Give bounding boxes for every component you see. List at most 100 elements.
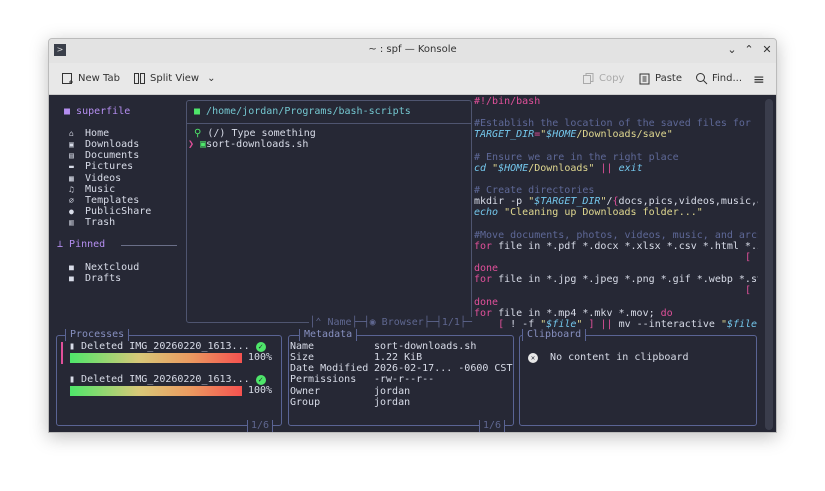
globe-icon: ●: [69, 207, 74, 217]
window-title: ~ : spf — Konsole: [368, 44, 457, 55]
code-line: for file in *.mp4 *.mkv *.mov; do: [474, 308, 758, 319]
code-token: do: [660, 307, 673, 319]
eye-icon: ◉: [369, 317, 382, 328]
new-tab-label: New Tab: [78, 73, 120, 84]
code-token: $HOME: [498, 162, 529, 174]
process-item[interactable]: ▮ Deleted IMG_20260220_1613... ✓: [69, 341, 266, 352]
folder-icon: ■: [64, 106, 77, 117]
pin-icon: ⊥: [57, 239, 70, 250]
pinned-item-nextcloud[interactable]: ■ Nextcloud: [69, 262, 139, 273]
maximize-button[interactable]: ⌃: [742, 43, 756, 56]
minimize-button[interactable]: ⌄: [725, 43, 739, 56]
code-token: ||: [600, 162, 613, 174]
trash-icon: ▮: [69, 341, 82, 352]
sidebar-item-pictures[interactable]: ▬ Pictures: [69, 161, 151, 172]
metadata-value: sort-downloads.sh: [374, 341, 477, 352]
code-line: [ !: [474, 252, 758, 263]
metadata-page: 1/6: [478, 420, 505, 432]
download-icon: ▣: [69, 140, 74, 150]
file-item[interactable]: ❯ ▣sort-downloads.sh: [188, 139, 308, 150]
code-line: #Move documents, photos, videos, music, …: [474, 230, 758, 241]
code-token: # Ensure we are in the right place: [474, 151, 679, 163]
clipboard-empty: ✕ No content in clipboard: [528, 352, 689, 363]
process-label: Deleted IMG_20260220_1613...: [81, 341, 250, 352]
code-token: TARGET_DIR: [474, 129, 535, 141]
close-button[interactable]: ✕: [760, 43, 774, 56]
sidebar-item-label: Documents: [85, 150, 140, 162]
progress-bar: [70, 353, 242, 363]
metadata-key: Name: [290, 341, 315, 352]
metadata-row: Group jordan: [290, 397, 512, 408]
sidebar-item-documents[interactable]: ▤ Documents: [69, 150, 151, 161]
code-token: #Establish the location of the saved fil…: [474, 118, 758, 130]
code-line: [ !: [474, 285, 758, 296]
code-token: mkdir -p: [474, 196, 529, 208]
code-line: [ ! -f "$file" ] || mv --interactive "$f…: [474, 319, 758, 330]
file-page: 1/1: [441, 317, 460, 328]
folder-icon: ■: [194, 106, 207, 117]
code-line: for file in *.jpg *.jpeg *.png *.gif *.w…: [474, 274, 758, 285]
code-token: !: [751, 252, 758, 263]
code-token: ||: [600, 318, 613, 330]
copy-button[interactable]: Copy: [582, 72, 624, 85]
code-line: mkdir -p "$TARGET_DIR"/{docs,pics,videos…: [474, 196, 758, 207]
copy-icon: [583, 73, 594, 84]
sidebar-item-trash[interactable]: ▥ Trash: [69, 217, 151, 228]
sidebar-item-home[interactable]: ⌂ Home: [69, 128, 151, 139]
search-placeholder: (/) Type something: [207, 128, 316, 139]
code-token: done: [474, 263, 499, 275]
pinned-item-label: Drafts: [85, 273, 122, 285]
code-token: $file: [726, 318, 758, 330]
metadata-row: Date Modified 2026-02-17... -0600 CST: [290, 363, 512, 374]
code-token: for: [474, 274, 493, 286]
processes-panel: Processes ▮ Deleted IMG_20260220_1613...…: [56, 329, 282, 432]
cursor-chevron-icon: ❯: [188, 139, 201, 150]
new-tab-button[interactable]: New Tab: [61, 72, 120, 85]
metadata-value: jordan: [374, 385, 411, 397]
sidebar-item-downloads[interactable]: ▣ Downloads: [69, 139, 151, 150]
process-item[interactable]: ▮ Deleted IMG_20260220_1613... ✓: [69, 374, 266, 385]
scrollbar[interactable]: [765, 99, 773, 430]
find-button[interactable]: Find...: [695, 72, 742, 85]
code-token: /Downloads": [528, 162, 595, 174]
processes-page: 1/6: [246, 420, 273, 432]
sidebar-item-videos[interactable]: ▦ Videos: [69, 173, 151, 184]
sidebar-item-music[interactable]: ♫ Music: [69, 184, 151, 195]
search-input[interactable]: ⚲ (/) Type something: [194, 128, 316, 139]
header-divider: [187, 123, 471, 124]
mode-label[interactable]: Browser: [382, 317, 424, 328]
split-view-button[interactable]: Split View ⌄: [133, 72, 215, 85]
picture-icon: ▬: [69, 162, 74, 172]
code-line: # Ensure we are in the right place: [474, 152, 758, 163]
code-token: !: [751, 285, 758, 296]
sidebar-title-text: superfile: [76, 106, 131, 117]
file-name: sort-downloads.sh: [206, 139, 309, 150]
code-token: docs,pics,videos,music,a: [618, 196, 758, 208]
sort-label[interactable]: Name: [327, 317, 351, 328]
paste-button[interactable]: Paste: [638, 72, 682, 85]
code-token: # Create directories: [474, 185, 595, 197]
clipboard-empty-text: No content in clipboard: [550, 352, 689, 363]
code-line: TARGET_DIR="$HOME/Downloads/save": [474, 129, 758, 140]
document-icon: ▤: [69, 151, 74, 161]
code-line: #!/bin/bash: [474, 96, 758, 107]
hamburger-menu-button[interactable]: ≡: [753, 72, 765, 88]
sidebar-item-templates[interactable]: ∅ Templates: [69, 195, 151, 206]
terminal[interactable]: ■ superfile ⌂ Home ▣ Downloads ▤ Documents…: [49, 95, 776, 432]
pinned-divider: [121, 245, 177, 246]
sidebar-item-publicshare[interactable]: ● PublicShare: [69, 206, 151, 217]
pinned-item-drafts[interactable]: ■ Drafts: [69, 273, 139, 284]
code-line: done: [474, 263, 758, 274]
code-line: cd "$HOME/Downloads" || exit: [474, 163, 758, 174]
sidebar-item-label: Home: [85, 128, 110, 139]
metadata-value: 2026-02-17... -0600 CST: [374, 363, 513, 375]
sidebar-item-label: Music: [85, 183, 116, 195]
progress-percent: 100%: [248, 352, 273, 363]
